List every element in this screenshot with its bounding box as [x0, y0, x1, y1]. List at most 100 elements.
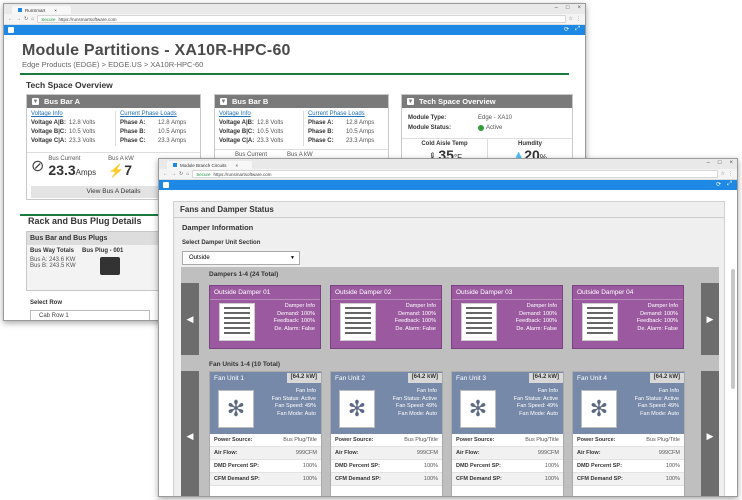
tab-title: RunSmart — [25, 7, 46, 13]
kv-row: Phase B: 10.5 Amps — [120, 128, 196, 137]
url-field[interactable]: Secure https://runsmartsoftware.com — [37, 15, 566, 23]
bus-bar-b-header[interactable]: ▼ Bus Bar B — [215, 95, 388, 108]
damper-card[interactable]: Outside Damper 01 Damper Info Demand: 100%… — [209, 285, 321, 349]
fan-row-label: DMD Percent SP: — [577, 463, 622, 469]
bus-plug-icon — [100, 257, 120, 275]
damper-section-select[interactable]: Outside ▼ — [182, 251, 300, 265]
breadcrumb[interactable]: Edge Products (EDGE) > EDGE.US > XA10R-H… — [22, 60, 585, 69]
fan-data-row: Air Flow: 999CFM — [331, 447, 442, 460]
fan-header: Fan Unit 1 [64.2 kW] — [210, 372, 321, 384]
arrow-left-icon: ◀ — [186, 313, 194, 324]
carousel-right-arrow[interactable]: ▶ — [701, 283, 719, 355]
fan-card[interactable]: Fan Unit 2 [64.2 kW] ✻ Fan Info Fan Status: … — [330, 371, 443, 496]
fan-row-value: 100% — [423, 463, 438, 469]
damper-card[interactable]: Outside Damper 03 Damper Info Demand: 100%… — [451, 285, 563, 349]
module-status-label: Module Status: — [408, 125, 451, 131]
maximize-icon[interactable]: □ — [718, 160, 722, 166]
close-icon[interactable]: × — [729, 160, 733, 166]
kv-value: 12.8 Amps — [157, 120, 187, 126]
star-icon[interactable]: ☆ — [721, 171, 725, 177]
forward-icon[interactable]: → — [171, 171, 176, 177]
fan-icon: ✻ — [581, 390, 617, 428]
damper-card[interactable]: Outside Damper 02 Damper Info Demand: 100%… — [330, 285, 442, 349]
back-icon[interactable]: ← — [163, 171, 168, 177]
fan-row-label: Air Flow: — [456, 450, 480, 456]
carousel-left-arrow[interactable]: ◀ — [181, 371, 199, 496]
kv-row: Phase A: 12.8 Amps — [120, 119, 196, 128]
star-icon[interactable]: ☆ — [569, 16, 573, 22]
voltage-info-link[interactable]: Voltage Info — [31, 111, 115, 117]
url-field[interactable]: Secure https://runsmartsoftware.com — [192, 170, 718, 178]
scrollbar[interactable] — [731, 269, 735, 389]
maximize-icon[interactable]: □ — [566, 5, 570, 11]
fan-data-row: DMD Percent SP: 100% — [331, 460, 442, 473]
fan-data-row: Air Flow: 999CFM — [573, 447, 684, 460]
tab-title: Module Branch Circuits — [180, 162, 227, 168]
select-row-dropdown[interactable]: Cab Row 1 — [30, 310, 150, 320]
fullscreen-icon[interactable]: ⤢ — [727, 181, 732, 188]
fan-body: ✻ Fan Info Fan Status: Active Fan Speed: 49… — [210, 384, 321, 434]
bus-plugs-subtitle: Bus Bar and Bus Plugs — [27, 232, 161, 245]
kv-row: Voltage A|B: 12.8 Volts — [219, 119, 303, 128]
refresh-icon[interactable]: ⟳ — [716, 181, 721, 188]
damper-feedback: Feedback: 100% — [273, 318, 315, 324]
fan-card[interactable]: Fan Unit 1 [64.2 kW] ✻ Fan Info Fan Status: … — [209, 371, 322, 496]
kv-row: Phase C: 23.3 Amps — [120, 137, 196, 146]
bus-bar-a-title: Bus Bar A — [44, 97, 80, 106]
forward-icon[interactable]: → — [16, 16, 21, 22]
browser-tab[interactable]: RunSmart × — [12, 6, 71, 14]
voltage-info-link[interactable]: Voltage Info — [219, 111, 303, 117]
kv-value: 10.5 Amps — [157, 129, 187, 135]
bus-b-kw: Bus B: 243.5 KW — [30, 263, 76, 269]
app-logo[interactable] — [8, 27, 14, 33]
minimize-icon[interactable]: – — [707, 160, 710, 166]
fan-row-value: 100% — [423, 476, 438, 482]
back-icon[interactable]: ← — [8, 16, 13, 22]
bus-bar-a-header[interactable]: ▼ Bus Bar A — [27, 95, 200, 108]
fan-row-label: CFM Demand SP: — [456, 476, 502, 482]
tech-space-header[interactable]: ▼ Tech Space Overview — [402, 95, 572, 108]
bus-current-unit: Amps — [75, 168, 97, 177]
address-bar: ← → ↻ ⌂ Secure https://runsmartsoftware.… — [159, 169, 737, 180]
damper-section-value: Outside — [189, 255, 210, 261]
louver-icon — [582, 303, 618, 341]
kv-label: Voltage A|B: — [219, 120, 255, 126]
kv-label: Phase A: — [307, 120, 334, 126]
fullscreen-icon[interactable]: ⤢ — [575, 26, 580, 33]
reload-icon[interactable]: ↻ — [24, 16, 28, 22]
reload-icon[interactable]: ↻ — [179, 171, 183, 177]
fan-mode: Fan Mode: Auto — [398, 410, 437, 417]
phase-list: Phase A: 12.8 Amps Phase B: 10.5 Amps Phase … — [308, 119, 384, 146]
select-damper-label: Select Damper Unit Section — [182, 240, 261, 246]
current-loads-link[interactable]: Current Phase Loads — [308, 111, 384, 117]
carousel-left-arrow[interactable]: ◀ — [181, 283, 199, 355]
module-status-value: Active — [486, 125, 503, 131]
tech-space-section-title: Tech Space Overview — [26, 80, 113, 90]
fan-info: Fan Info — [295, 388, 316, 394]
fan-card[interactable]: Fan Unit 3 [64.2 kW] ✻ Fan Info Fan Status: … — [451, 371, 564, 496]
fan-info: Fan Info Fan Status: Active Fan Speed: 49%… — [272, 388, 316, 418]
louver-icon — [340, 303, 376, 341]
browser-tab[interactable]: Module Branch Circuits × — [167, 161, 253, 169]
refresh-icon[interactable]: ⟳ — [564, 26, 569, 33]
damper-card[interactable]: Outside Damper 04 Damper Info Demand: 100%… — [572, 285, 684, 349]
menu-icon[interactable]: ⋮ — [728, 171, 733, 177]
minimize-icon[interactable]: – — [555, 5, 558, 11]
fan-card[interactable]: Fan Unit 4 [64.2 kW] ✻ Fan Info Fan Status: … — [572, 371, 685, 496]
kv-value: 10.5 Volts — [69, 129, 96, 135]
fan-kw-badge: [64.2 kW] — [649, 373, 684, 383]
tab-close-icon[interactable]: × — [236, 163, 239, 168]
app-logo[interactable] — [163, 182, 169, 188]
fan-kw-badge: [64.2 kW] — [407, 373, 442, 383]
damper-name: Outside Damper 02 — [331, 286, 441, 300]
home-icon[interactable]: ⌂ — [186, 171, 189, 177]
fan-row-value: 999CFM — [416, 450, 438, 456]
carousel-right-arrow[interactable]: ▶ — [701, 371, 719, 496]
kv-value: 23.3 Amps — [157, 138, 187, 144]
menu-icon[interactable]: ⋮ — [576, 16, 581, 22]
kv-label: Phase C: — [119, 138, 146, 144]
close-icon[interactable]: × — [577, 5, 581, 11]
tab-close-icon[interactable]: × — [54, 8, 57, 13]
home-icon[interactable]: ⌂ — [31, 16, 34, 22]
current-loads-link[interactable]: Current Phase Loads — [120, 111, 196, 117]
